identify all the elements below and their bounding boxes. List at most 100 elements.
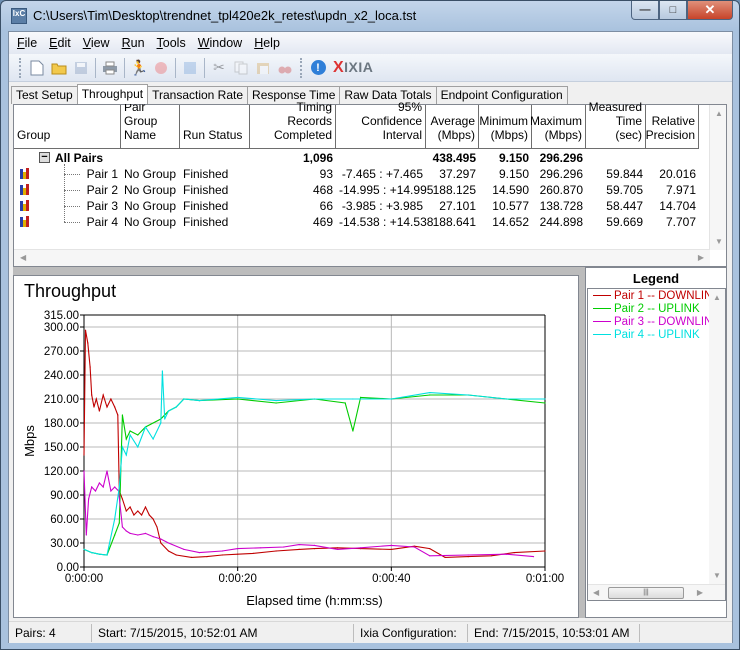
tab-endpoint-configuration[interactable]: Endpoint Configuration bbox=[435, 86, 568, 104]
tree-connector bbox=[64, 190, 80, 191]
table-row[interactable]: Pair 3 No Group Finished 66 -3.985 : +3.985 2… bbox=[14, 190, 699, 214]
column-header[interactable]: Maximum (Mbps) bbox=[530, 105, 586, 149]
table-horizontal-scrollbar[interactable]: ◀ ▶ bbox=[14, 249, 710, 266]
scroll-down-icon[interactable]: ▼ bbox=[713, 571, 721, 580]
menu-help[interactable]: Help bbox=[248, 36, 286, 50]
table-vertical-scrollbar[interactable]: ▲ ▼ bbox=[709, 105, 726, 250]
table-row[interactable]: Pair 4 No Group Finished 469 -14.538 : +14.5… bbox=[14, 206, 699, 230]
scroll-down-icon[interactable]: ▼ bbox=[715, 237, 723, 246]
summary-row[interactable]: − All Pairs 1,096 438.495 9.150 296.296 bbox=[14, 150, 699, 166]
column-header[interactable]: Pair Group Name bbox=[121, 100, 180, 149]
scroll-left-icon[interactable]: ◀ bbox=[593, 588, 599, 597]
data-point-pair-3 bbox=[152, 536, 154, 538]
menu-window[interactable]: Window bbox=[192, 36, 248, 50]
copy-button[interactable] bbox=[230, 57, 252, 79]
toolbar-separator bbox=[204, 57, 205, 78]
stop-button[interactable] bbox=[150, 57, 172, 79]
find-button[interactable] bbox=[274, 57, 296, 79]
print-button[interactable] bbox=[99, 57, 121, 79]
menu-run[interactable]: Run bbox=[116, 36, 151, 50]
info-button[interactable]: ! bbox=[307, 57, 329, 79]
data-point-pair-1 bbox=[141, 514, 143, 516]
data-point-pair-1 bbox=[106, 406, 108, 408]
menu-view[interactable]: View bbox=[77, 36, 116, 50]
maximize-button[interactable]: □ bbox=[659, 1, 687, 20]
data-point-pair-2 bbox=[237, 398, 239, 400]
legend-item[interactable]: Pair 4 -- UPLINK bbox=[588, 328, 725, 341]
title-bar[interactable]: IxC C:\Users\Tim\Desktop\trendnet_tpl420… bbox=[1, 1, 739, 31]
table-row[interactable]: Pair 2 No Group Finished 468 -14.995 : +14.9… bbox=[14, 174, 699, 198]
data-point-pair-4 bbox=[152, 438, 154, 440]
export-button[interactable] bbox=[179, 57, 201, 79]
y-tick-label: 120.00 bbox=[44, 466, 79, 478]
data-point-pair-4 bbox=[129, 434, 131, 436]
data-point-pair-1 bbox=[490, 555, 492, 557]
menu-tools[interactable]: Tools bbox=[151, 36, 192, 50]
table-row[interactable]: Pair 1 No Group Finished 93 -7.465 : +7.465 3… bbox=[14, 164, 699, 182]
binoculars-icon bbox=[278, 66, 292, 73]
data-point-pair-4 bbox=[144, 426, 147, 428]
save-icon bbox=[75, 61, 87, 74]
scroll-right-icon[interactable]: ▶ bbox=[698, 253, 704, 262]
paste-button[interactable] bbox=[252, 57, 274, 79]
open-button[interactable] bbox=[48, 57, 70, 79]
cut-button[interactable]: ✂ bbox=[208, 57, 230, 79]
data-point-pair-3 bbox=[532, 556, 535, 558]
legend-item[interactable]: Pair 1 -- DOWNLINK bbox=[588, 289, 725, 302]
series-line-pair-2 bbox=[83, 394, 546, 556]
tab-throughput[interactable]: Throughput bbox=[76, 84, 149, 104]
scroll-left-icon[interactable]: ◀ bbox=[20, 253, 26, 262]
tree-connector bbox=[64, 174, 80, 175]
minimize-button[interactable]: — bbox=[631, 1, 659, 20]
maximum: 296.296 bbox=[539, 167, 583, 181]
maximum: 244.898 bbox=[539, 215, 583, 229]
column-header[interactable]: Relative Precision bbox=[646, 105, 699, 149]
close-button[interactable]: ✕ bbox=[687, 1, 733, 20]
data-point-pair-4 bbox=[198, 400, 200, 402]
pair-chart-icon bbox=[20, 168, 31, 179]
menu-edit[interactable]: Edit bbox=[43, 36, 77, 50]
data-point-pair-1 bbox=[91, 394, 93, 396]
toolbar-grip[interactable] bbox=[19, 57, 22, 78]
column-header[interactable]: Group bbox=[14, 105, 121, 149]
column-header[interactable]: Average (Mbps) bbox=[426, 105, 479, 149]
column-header[interactable]: Minimum (Mbps) bbox=[479, 105, 532, 149]
average: 438.495 bbox=[432, 151, 476, 165]
data-point-pair-3 bbox=[313, 544, 316, 546]
pair-group-name: No Group bbox=[124, 183, 177, 197]
save-button[interactable] bbox=[70, 57, 92, 79]
data-point-pair-1 bbox=[298, 548, 300, 550]
data-point-pair-3 bbox=[160, 538, 162, 540]
column-header[interactable]: 95% Confidence Interval bbox=[336, 100, 426, 149]
collapse-icon[interactable]: − bbox=[39, 152, 50, 163]
toolbar-separator bbox=[95, 57, 96, 78]
x-tick-label: 0:00:00 bbox=[65, 573, 103, 585]
scroll-right-icon[interactable]: ▶ bbox=[697, 588, 703, 597]
scroll-up-icon[interactable]: ▲ bbox=[713, 293, 721, 302]
data-point-pair-1 bbox=[133, 514, 135, 516]
tab-test-setup[interactable]: Test Setup bbox=[11, 86, 78, 104]
data-point-pair-4 bbox=[106, 554, 108, 556]
column-header[interactable]: Timing Records Completed bbox=[250, 100, 336, 149]
data-point-pair-4 bbox=[161, 370, 163, 372]
new-file-button[interactable] bbox=[26, 57, 48, 79]
data-point-pair-1 bbox=[144, 506, 147, 508]
menu-file[interactable]: File bbox=[11, 36, 43, 50]
legend-vertical-scrollbar[interactable]: ▲ ▼ bbox=[709, 289, 725, 584]
scroll-up-icon[interactable]: ▲ bbox=[715, 109, 723, 118]
legend-item[interactable]: Pair 3 -- DOWNLINK bbox=[588, 315, 725, 328]
y-tick-label: 60.00 bbox=[50, 514, 79, 526]
scroll-thumb[interactable]: ||| bbox=[608, 587, 684, 599]
menu-label: dit bbox=[57, 36, 71, 50]
run-button[interactable]: 🏃 bbox=[128, 57, 150, 79]
data-point-pair-3 bbox=[221, 550, 223, 552]
data-point-pair-3 bbox=[83, 470, 85, 472]
legend-item[interactable]: Pair 2 -- UPLINK bbox=[588, 302, 725, 315]
legend-horizontal-scrollbar[interactable]: ◀ ||| ▶ bbox=[588, 584, 725, 600]
data-point-pair-1 bbox=[93, 406, 95, 408]
data-point-pair-4 bbox=[114, 518, 116, 520]
data-point-pair-2 bbox=[344, 402, 346, 404]
column-header[interactable]: Run Status bbox=[180, 105, 250, 149]
column-header[interactable]: Measured Time (sec) bbox=[586, 100, 646, 149]
toolbar-grip[interactable] bbox=[300, 57, 303, 78]
